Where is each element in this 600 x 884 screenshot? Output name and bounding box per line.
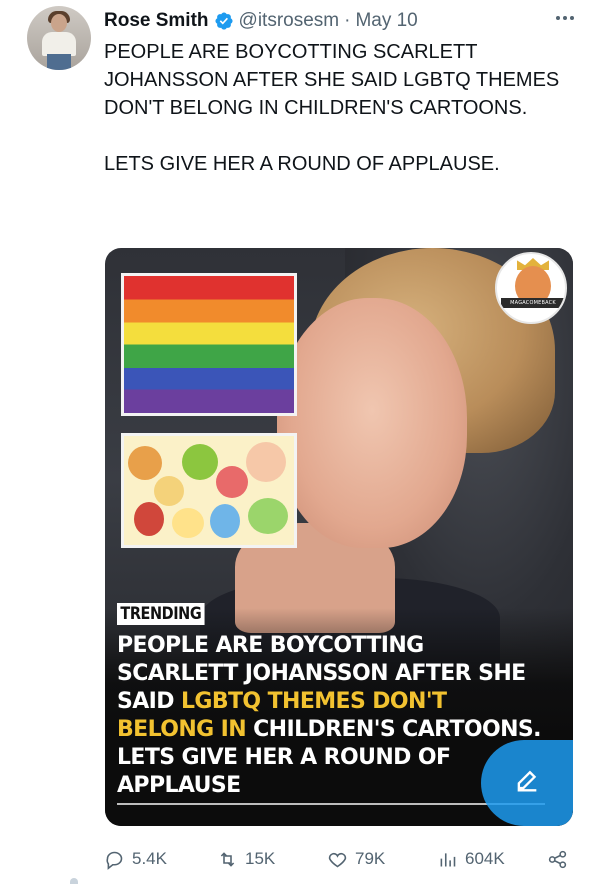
compose-icon — [513, 767, 541, 800]
avatar-torso — [42, 32, 76, 56]
trending-badge: TRENDING — [117, 603, 205, 625]
reply-button[interactable]: 5.4K — [104, 846, 167, 872]
share-button[interactable] — [547, 846, 568, 872]
views-button[interactable]: 604K — [437, 846, 505, 872]
author-name[interactable]: Rose Smith — [104, 10, 209, 32]
avatar-legs — [47, 54, 71, 70]
logo-badge: MAGACOMEBACK — [495, 252, 567, 324]
like-count: 79K — [355, 849, 386, 868]
more-horizontal-icon[interactable] — [554, 10, 576, 26]
avatar-head — [51, 14, 67, 32]
share-icon — [548, 850, 567, 868]
scroll-indicator — [70, 878, 78, 884]
tweet-date[interactable]: May 10 — [355, 10, 417, 32]
heart-icon — [328, 852, 347, 867]
headline-divider — [117, 803, 545, 805]
rainbow-flag-image — [121, 273, 297, 416]
retweet-button[interactable]: 15K — [217, 846, 275, 872]
author-handle[interactable]: @itsrosesm — [239, 10, 340, 32]
reply-icon — [106, 851, 123, 870]
tweet-media-image[interactable]: MAGACOMEBACK TRENDING PEOPLE ARE BOYCOTT… — [105, 248, 573, 826]
reply-count: 5.4K — [132, 849, 167, 868]
cartoon-collage-image — [121, 433, 297, 548]
tweet-actions: 5.4K 15K 79K 604K — [104, 846, 574, 872]
views-count: 604K — [465, 849, 505, 868]
retweet-icon — [220, 851, 235, 867]
compose-button[interactable] — [481, 740, 573, 826]
retweet-count: 15K — [245, 849, 276, 868]
tweet-text: PEOPLE ARE BOYCOTTING SCARLETT JOHANSSON… — [104, 38, 574, 178]
header-separator: · — [344, 10, 351, 31]
avatar[interactable] — [27, 6, 91, 70]
portrait-face — [277, 298, 467, 548]
tweet-header: Rose Smith @itsrosesm · May 10 — [104, 8, 418, 34]
verified-badge-icon — [214, 11, 234, 31]
views-chart-icon — [440, 852, 456, 866]
logo-text: MAGACOMEBACK — [510, 300, 556, 306]
tweet-text-line1: PEOPLE ARE BOYCOTTING SCARLETT JOHANSSON… — [104, 41, 560, 119]
tweet-text-line2: LETS GIVE HER A ROUND OF APPLAUSE. — [104, 153, 500, 175]
like-button[interactable]: 79K — [327, 846, 385, 872]
